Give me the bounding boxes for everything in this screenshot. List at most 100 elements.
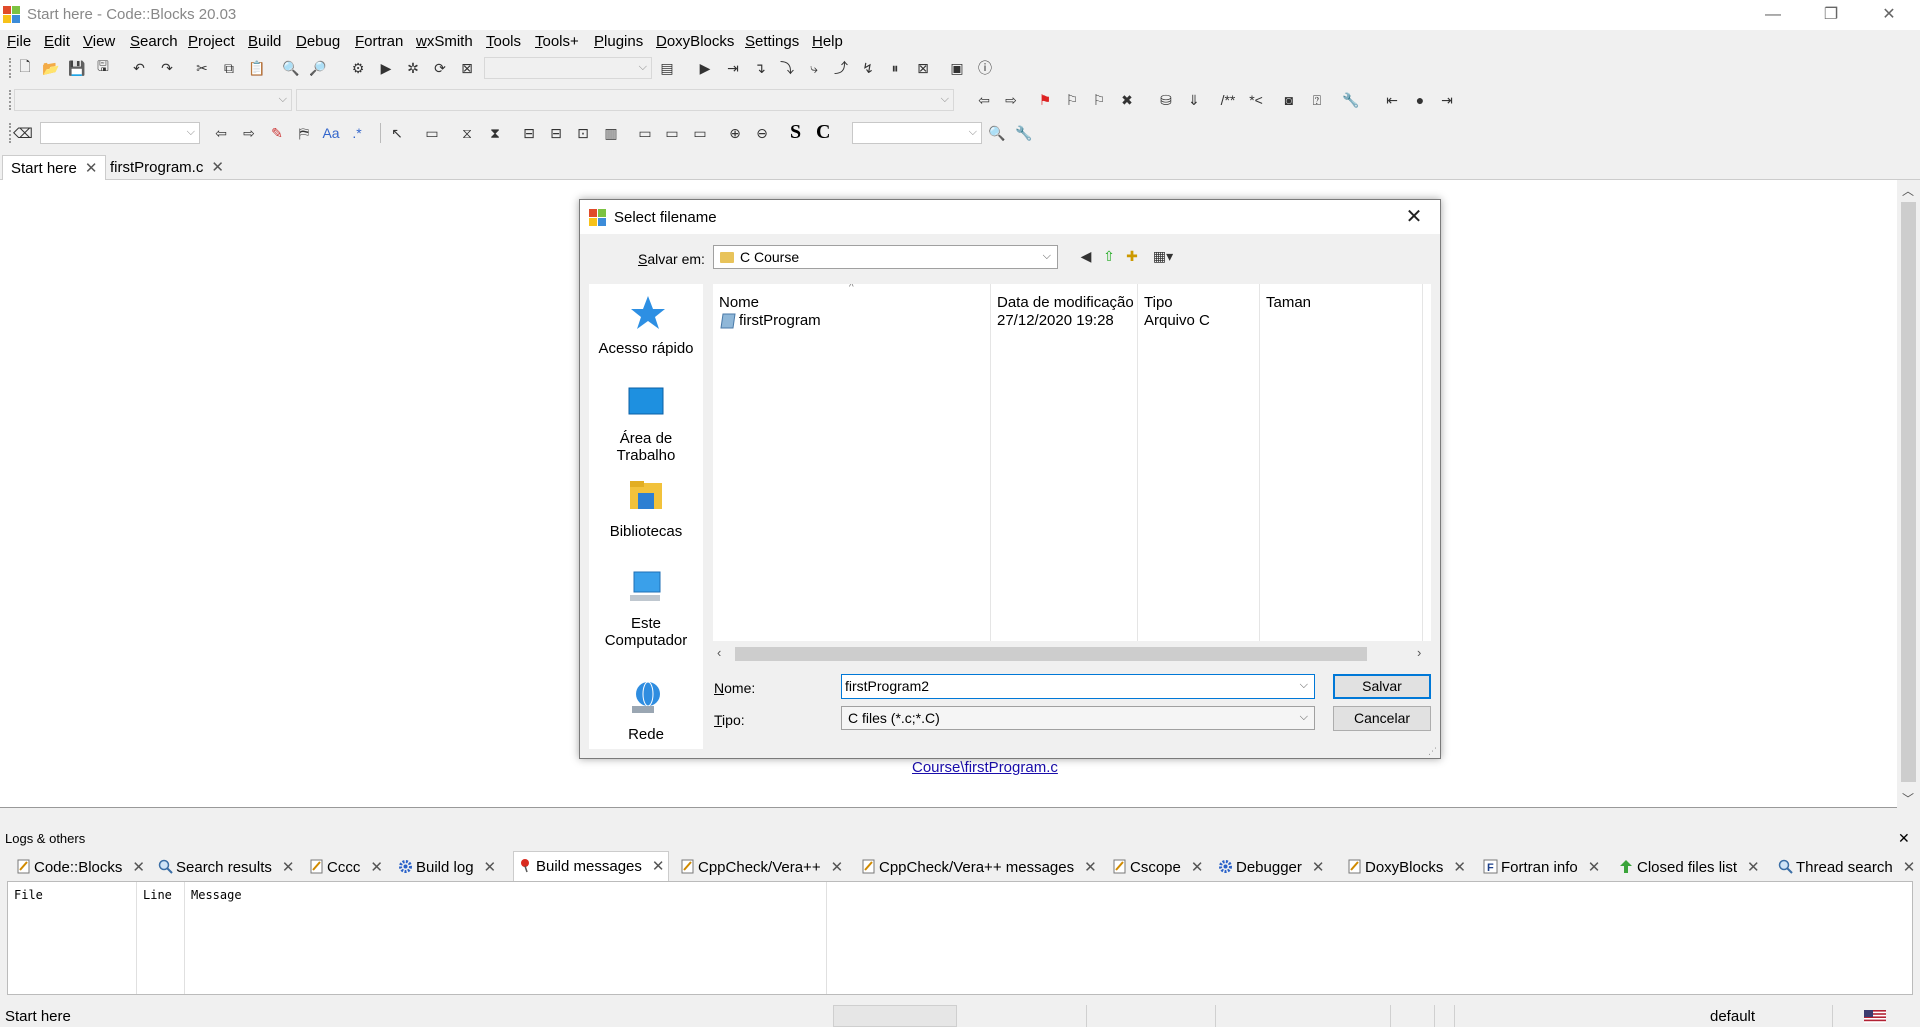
show-target-dialog-icon[interactable]: ▤ [656,57,678,79]
restore-button[interactable]: ❐ [1802,0,1860,30]
match-case-icon[interactable]: Aa [320,122,342,144]
undo-icon[interactable]: ↶ [128,57,150,79]
zoom-in-icon[interactable]: ⊕ [724,122,746,144]
clear-search-icon[interactable]: ⌫ [12,122,34,144]
jump-forward-icon[interactable]: ⇨ [1000,89,1022,111]
editor-vertical-scrollbar[interactable]: ︿ ﹀ [1897,180,1920,808]
file-list[interactable]: ^ Nome Data de modificação Tipo Taman fi… [713,284,1431,666]
tab-debugger[interactable]: Debugger ✕ [1214,853,1328,881]
menu-fortran[interactable]: Fortran [355,33,403,50]
decision-block-icon[interactable]: ⧖ [456,122,478,144]
minimize-button[interactable]: — [1744,0,1802,30]
zoom-out-icon[interactable]: ⊖ [751,122,773,144]
run-to-cursor-icon[interactable]: ⇥ [722,57,744,79]
incremental-search-combo[interactable]: ⌵ [40,122,200,144]
step-out-icon[interactable]: ⤴ [830,57,852,79]
close-tab-icon[interactable]: ✕ [85,160,98,177]
stop-debug-icon[interactable]: ⊠ [912,57,934,79]
continue-block-icon[interactable]: ▭ [661,122,683,144]
step-into-instruction-icon[interactable]: ↯ [857,57,879,79]
tab-cscope[interactable]: Cscope ✕ [1108,853,1207,881]
column-header-file[interactable]: File [14,888,43,902]
break-block-icon[interactable]: ▭ [634,122,656,144]
jump-back-icon[interactable]: ⇦ [973,89,995,111]
menu-edit[interactable]: Edit [44,33,70,50]
close-tab-icon[interactable]: ✕ [831,859,844,876]
file-list-horizontal-scrollbar[interactable]: ‹ › [713,641,1431,666]
up-folder-icon[interactable]: ⇧ [1098,245,1120,267]
fortran-home-icon[interactable]: ● [1409,89,1431,111]
file-name-input[interactable]: firstProgram2 ⌵ [841,674,1315,699]
save-all-icon[interactable]: 🖫 [92,57,114,79]
close-tab-icon[interactable]: ✕ [484,859,497,876]
menu-build[interactable]: Build [248,33,281,50]
clear-bookmarks-icon[interactable]: ✖ [1116,89,1138,111]
new-folder-icon[interactable]: ✚ [1121,245,1143,267]
open-file-icon[interactable]: 📂 [40,57,62,79]
highlight-icon[interactable]: ✎ [266,122,288,144]
fortran-jump-back-icon[interactable]: ⇤ [1381,89,1403,111]
find-icon[interactable]: 🔍 [280,57,302,79]
paste-icon[interactable]: 📋 [246,57,268,79]
tab-build-messages[interactable]: Build messages ✕ [513,851,670,881]
build-gear-icon[interactable]: ⚙ [347,57,369,79]
scroll-up-icon[interactable]: ︿ [1902,182,1914,199]
return-block-icon[interactable]: ▭ [689,122,711,144]
scroll-thumb[interactable] [1901,202,1916,782]
menu-search[interactable]: Search [130,33,178,50]
view-menu-icon[interactable]: ▦▾ [1147,245,1179,267]
tab-first-program[interactable]: firstProgram.c ✕ [102,155,232,180]
doxy-chm-icon[interactable]: ⍰ [1306,89,1328,111]
tab-cccc[interactable]: Cccc ✕ [305,853,387,881]
debug-info-icon[interactable]: ⓘ [974,57,996,79]
close-tab-icon[interactable]: ✕ [1191,859,1204,876]
replace-icon[interactable]: 🔎 [307,57,329,79]
rect-block-icon[interactable]: ▭ [421,122,443,144]
scope-combo[interactable]: ⌵ [14,89,292,111]
build-messages-list[interactable]: File Line Message [7,881,1913,995]
close-tab-icon[interactable]: ✕ [1903,859,1916,876]
debug-windows-icon[interactable]: ▣ [946,57,968,79]
back-icon[interactable]: ◀ [1075,245,1097,267]
doxy-wizard-icon[interactable]: ⛁ [1155,89,1177,111]
close-tab-icon[interactable]: ✕ [211,159,224,176]
pause-icon[interactable]: ⏸ [884,57,906,79]
search-next-icon[interactable]: ⇨ [238,122,260,144]
close-window-button[interactable]: ✕ [1860,0,1918,30]
recent-file-link[interactable]: Course\firstProgram.c [912,759,1058,776]
menu-project[interactable]: Project [188,33,235,50]
pointer-icon[interactable]: ↖ [386,122,408,144]
next-bookmark-icon[interactable]: ⚐ [1088,89,1110,111]
symbol-settings-icon[interactable]: 🔧 [1013,122,1035,144]
place-libraries[interactable]: Bibliotecas [589,477,703,540]
menu-plugins[interactable]: Plugins [594,33,643,50]
tab-start-here[interactable]: Start here ✕ [2,155,107,180]
menu-tools-plus[interactable]: Tools+ [535,33,579,50]
save-button[interactable]: Salvar [1333,674,1431,699]
wrench-icon[interactable]: 🔧 [1340,89,1362,111]
menu-settings[interactable]: Settings [745,33,799,50]
fortran-jump-forward-icon[interactable]: ⇥ [1436,89,1458,111]
save-icon[interactable]: 💾 [66,57,88,79]
step-into-icon[interactable]: ⤷ [803,57,825,79]
strukto-c-icon[interactable]: C [816,121,830,144]
tab-doxyblocks[interactable]: DoxyBlocks ✕ [1343,853,1470,881]
place-desktop[interactable]: Área de Trabalho [589,384,703,464]
close-tab-icon[interactable]: ✕ [652,858,665,875]
chevron-down-icon[interactable]: ⌵ [1300,679,1308,692]
redo-icon[interactable]: ↷ [156,57,178,79]
debug-run-icon[interactable]: ▶ [694,57,716,79]
tab-codeblocks-log[interactable]: Code::Blocks ✕ [12,853,149,881]
io-block-icon[interactable]: ⊡ [572,122,594,144]
close-tab-icon[interactable]: ✕ [1312,859,1325,876]
build-run-icon[interactable]: ✲ [402,57,424,79]
instruction-block-icon[interactable]: ⊟ [518,122,540,144]
column-header-line[interactable]: Line [143,888,172,902]
column-header-message[interactable]: Message [191,888,242,902]
regex-icon[interactable]: .* [346,122,368,144]
cut-icon[interactable]: ✂ [191,57,213,79]
place-this-pc[interactable]: Este Computador [589,569,703,649]
next-line-icon[interactable]: ↴ [749,57,771,79]
strukto-s-icon[interactable]: S [790,121,801,144]
selection-only-icon[interactable]: ⛿ [293,122,315,144]
